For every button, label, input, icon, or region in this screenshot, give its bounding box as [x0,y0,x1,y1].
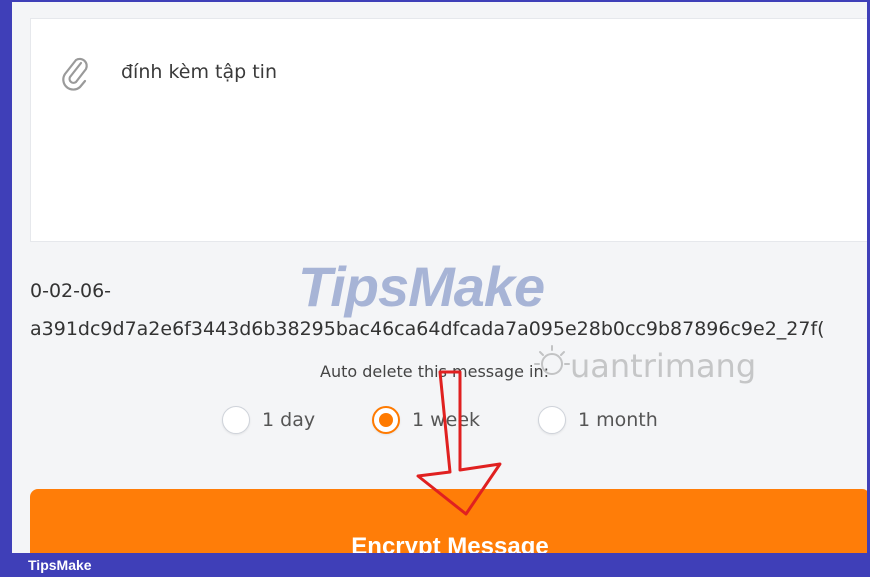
radio-1-week[interactable]: 1 week [372,406,480,434]
radio-circle-selected[interactable] [372,406,400,434]
auto-delete-label: Auto delete this message in: [320,362,549,381]
message-code-hash: a391dc9d7a2e6f3443d6b38295bac46ca64dfcad… [30,318,825,340]
footer-brand: TipsMake [28,557,92,573]
quantrimang-watermark: uantrimang [570,347,757,385]
tipsmake-watermark: TipsMake [298,255,545,318]
app-frame: đính kèm tập tin TipsMake 0-02-06- a391d… [0,0,870,577]
radio-1-day[interactable]: 1 day [222,406,315,434]
attachment-dropzone[interactable]: đính kèm tập tin [30,18,867,242]
radio-1-month[interactable]: 1 month [538,406,658,434]
paperclip-icon [62,57,88,91]
footer-bar: TipsMake [0,553,870,577]
radio-label-1-week: 1 week [412,409,481,431]
message-code-prefix: 0-02-06- [30,280,112,302]
attach-file-label[interactable]: đính kèm tập tin [121,61,277,83]
radio-circle[interactable] [222,406,250,434]
radio-label-1-day: 1 day [262,409,316,431]
radio-label-1-month: 1 month [578,409,658,431]
radio-circle[interactable] [538,406,566,434]
